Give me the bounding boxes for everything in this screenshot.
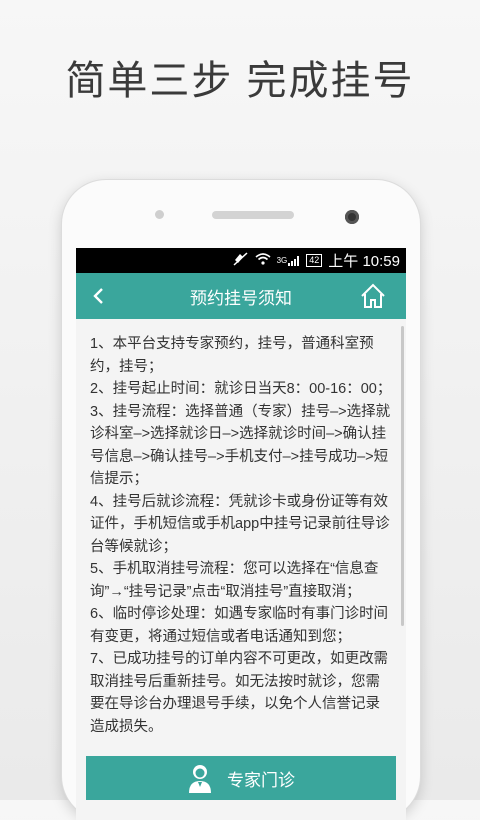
- expert-clinic-label: 专家门诊: [227, 770, 295, 790]
- headline: 简单三步 完成挂号: [65, 59, 415, 103]
- phone-sensor-dot: [155, 210, 164, 219]
- phone-screen: 3G 42 上午 10:59 预约挂号须知 1、本平台支持专家预约，挂号，普通科…: [76, 248, 406, 820]
- status-bar: 3G 42 上午 10:59: [76, 248, 406, 273]
- wifi-icon: [255, 253, 271, 268]
- notice-item: 5、手机取消挂号流程：您可以选择在“信息查询”→“挂号记录”点击“取消挂号”直接…: [90, 561, 379, 600]
- phone-frame: 3G 42 上午 10:59 预约挂号须知 1、本平台支持专家预约，挂号，普通科…: [62, 180, 420, 820]
- notice-item: 3、挂号流程：选择普通（专家）挂号–>选择就诊科室–>选择就诊日–>选择就诊时间…: [90, 403, 391, 488]
- phone-camera: [345, 210, 359, 224]
- notice-item: 4、挂号后就诊流程：凭就诊卡或身份证等有效证件，手机短信或手机app中挂号记录前…: [90, 493, 390, 555]
- phone-speaker: [212, 211, 294, 219]
- network-label: 3G: [276, 255, 288, 265]
- scrollbar[interactable]: [401, 326, 404, 626]
- notice-item: 7、已成功挂号的订单内容不可更改，如更改需取消挂号后重新挂号。如无法按时就诊，您…: [90, 651, 389, 735]
- page-title: 预约挂号须知: [190, 288, 292, 308]
- doctor-icon: [187, 763, 213, 793]
- notice-item: 2、挂号起止时间：就诊日当天8：00-16：00；: [90, 381, 392, 397]
- home-icon[interactable]: [358, 281, 388, 311]
- mute-icon: [233, 252, 249, 269]
- battery-icon: 42: [306, 254, 323, 267]
- notice-content: 1、本平台支持专家预约，挂号，普通科室预约，挂号； 2、挂号起止时间：就诊日当天…: [76, 319, 406, 820]
- battery-level: 42: [309, 255, 320, 265]
- notice-item: 6、临时停诊处理：如遇专家临时有事门诊时间有变更，将通过短信或者电话通知到您；: [90, 606, 389, 645]
- app-bar: 预约挂号须知: [76, 273, 406, 319]
- back-icon[interactable]: [84, 281, 114, 311]
- expert-clinic-button[interactable]: 专家门诊: [86, 756, 396, 800]
- signal-3g-icon: 3G: [276, 255, 301, 266]
- notice-item: 1、本平台支持专家预约，挂号，普通科室预约，挂号；: [90, 336, 374, 375]
- status-time: 上午 10:59: [328, 253, 400, 270]
